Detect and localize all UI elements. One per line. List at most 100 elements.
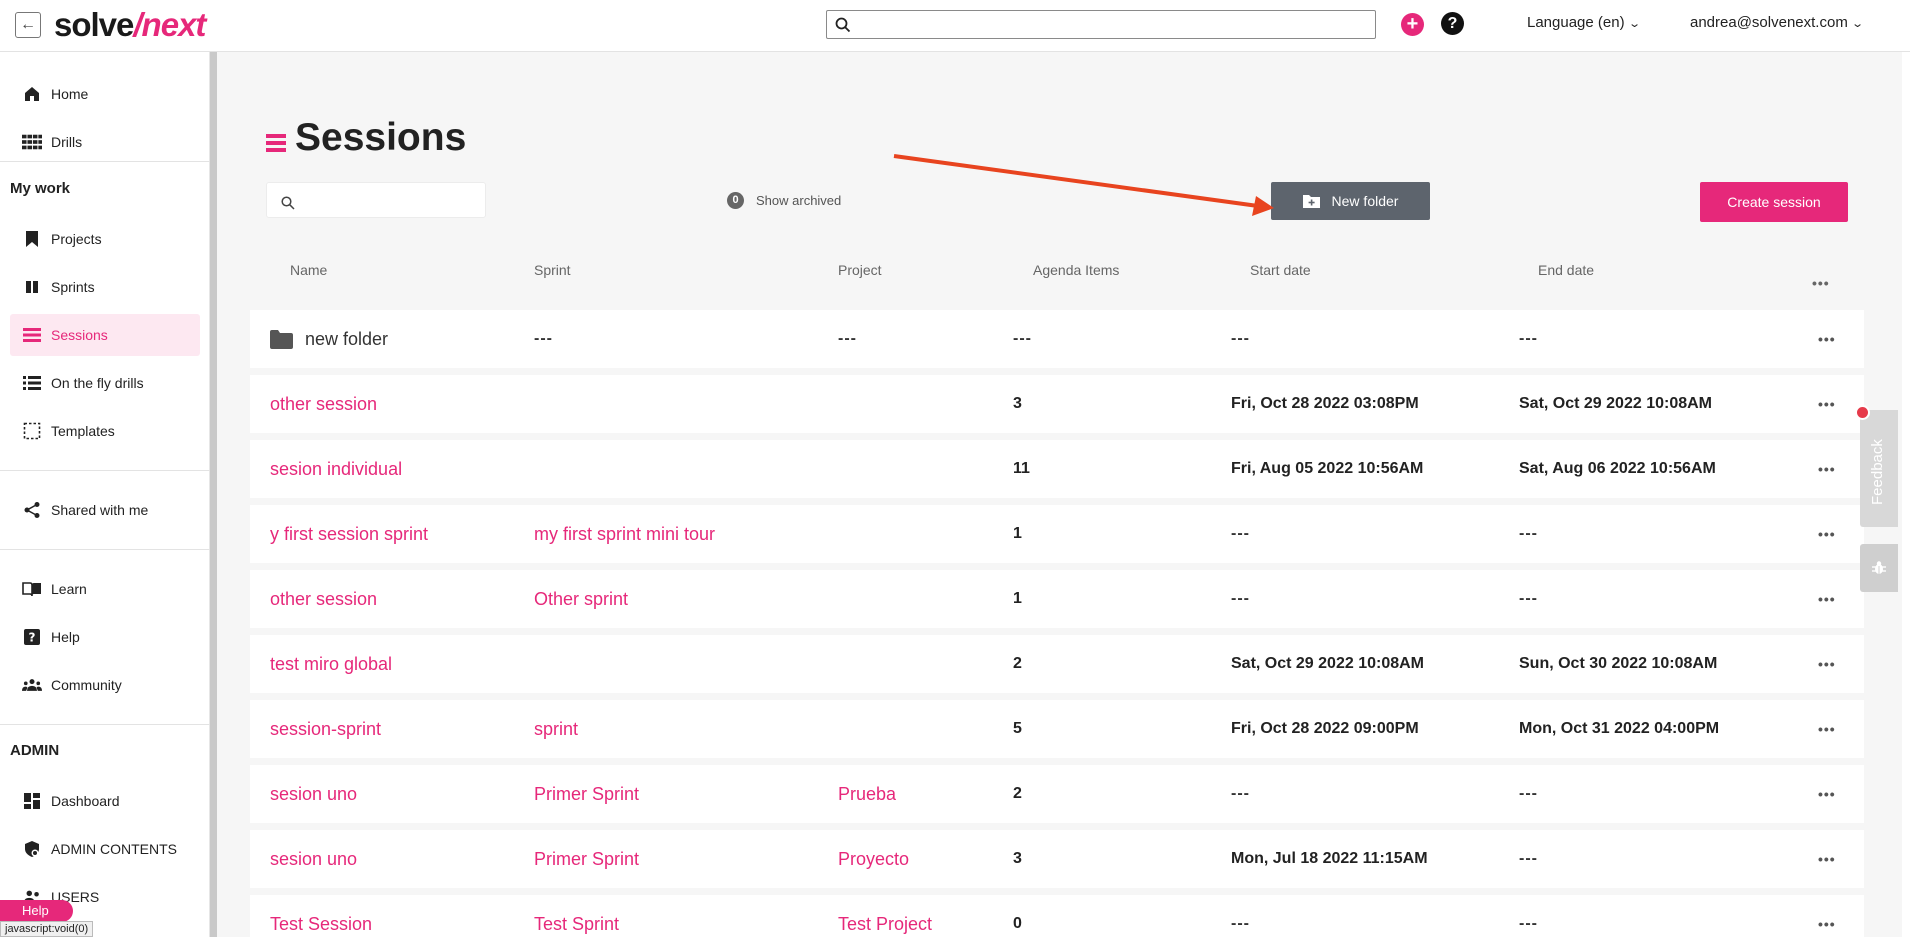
row-start: Mon, Jul 18 2022 11:15AM <box>1231 850 1428 867</box>
sidebar-item-sessions[interactable]: Sessions <box>10 314 200 356</box>
table-row[interactable]: other session 3 Fri, Oct 28 2022 03:08PM… <box>250 375 1864 433</box>
table-row[interactable]: session-sprint sprint 5 Fri, Oct 28 2022… <box>250 700 1864 758</box>
row-start: Fri, Aug 05 2022 10:56AM <box>1231 460 1424 477</box>
row-name[interactable]: Test Session <box>270 895 372 937</box>
table-row[interactable]: other session Other sprint 1 --- --- ••• <box>250 570 1864 628</box>
help-button[interactable]: ? <box>1441 12 1464 35</box>
row-sprint[interactable]: my first sprint mini tour <box>534 505 715 563</box>
columns-menu-button[interactable]: ••• <box>1812 275 1830 291</box>
sidebar-item-admin-contents[interactable]: ADMIN CONTENTS <box>10 828 200 870</box>
global-search-input[interactable] <box>826 10 1376 39</box>
sessions-search-input[interactable] <box>266 182 486 218</box>
show-archived-toggle[interactable]: 0 Show archived <box>727 192 841 209</box>
row-more-button[interactable]: ••• <box>1818 505 1836 563</box>
row-name[interactable]: test miro global <box>270 635 392 693</box>
feedback-tab[interactable]: Feedback <box>1860 410 1898 527</box>
language-dropdown[interactable]: Language (en) ⌄ <box>1527 14 1641 31</box>
row-name[interactable]: sesion individual <box>270 440 402 498</box>
people-icon <box>22 675 42 695</box>
section-admin: ADMIN <box>10 742 60 759</box>
grid-icon <box>22 132 42 152</box>
table-row[interactable]: y first session sprint my first sprint m… <box>250 505 1864 563</box>
sidebar-item-on-the-fly-drills[interactable]: On the fly drills <box>10 362 200 404</box>
sidebar-item-community[interactable]: Community <box>10 664 200 706</box>
row-start: Fri, Oct 28 2022 03:08PM <box>1231 395 1419 412</box>
row-end: --- <box>1519 915 1538 932</box>
plus-icon: + <box>1406 13 1419 35</box>
sidebar-item-learn[interactable]: Learn <box>10 568 200 610</box>
column-header-sprint[interactable]: Sprint <box>534 262 571 278</box>
row-end: Mon, Oct 31 2022 04:00PM <box>1519 720 1720 737</box>
top-bar: ← solve/next + ? Language (en) ⌄ andrea@s… <box>0 0 1910 52</box>
row-end: --- <box>1519 850 1538 867</box>
row-name[interactable]: other session <box>270 570 377 628</box>
row-more-button[interactable]: ••• <box>1818 310 1836 368</box>
row-end: Sat, Aug 06 2022 10:56AM <box>1519 460 1716 477</box>
row-start: --- <box>1231 590 1250 607</box>
sessions-icon <box>266 134 286 152</box>
row-sprint[interactable]: Primer Sprint <box>534 765 639 823</box>
table-row[interactable]: Test Session Test Sprint Test Project 0 … <box>250 895 1864 937</box>
row-name[interactable]: y first session sprint <box>270 505 428 563</box>
divider <box>0 470 210 471</box>
divider <box>0 161 210 162</box>
page-title: Sessions <box>295 116 467 159</box>
dashboard-icon <box>22 791 42 811</box>
row-name[interactable]: session-sprint <box>270 700 381 758</box>
table-row[interactable]: sesion individual 11 Fri, Aug 05 2022 10… <box>250 440 1864 498</box>
sidebar-item-shared[interactable]: Shared with me <box>10 489 200 531</box>
row-start: Fri, Oct 28 2022 09:00PM <box>1231 720 1419 737</box>
row-name[interactable]: sesion uno <box>270 765 357 823</box>
column-header-agenda-items[interactable]: Agenda Items <box>1033 262 1119 278</box>
sidebar-item-drills[interactable]: Drills <box>10 121 200 163</box>
column-header-end-date[interactable]: End date <box>1538 262 1594 278</box>
table-row[interactable]: test miro global 2 Sat, Oct 29 2022 10:0… <box>250 635 1864 693</box>
row-name[interactable]: sesion uno <box>270 830 357 888</box>
folder-plus-icon <box>1302 195 1320 208</box>
user-menu[interactable]: andrea@solvenext.com ⌄ <box>1690 14 1864 31</box>
sidebar-item-templates[interactable]: Templates <box>10 410 200 452</box>
page-scrollbar[interactable] <box>1902 52 1910 937</box>
column-header-name[interactable]: Name <box>290 262 327 278</box>
sidebar-item-home[interactable]: Home <box>10 73 200 115</box>
row-more-button[interactable]: ••• <box>1818 375 1836 433</box>
table-row[interactable]: sesion uno Primer Sprint Prueba 2 --- --… <box>250 765 1864 823</box>
table-row[interactable]: sesion uno Primer Sprint Proyecto 3 Mon,… <box>250 830 1864 888</box>
folder-row[interactable]: new folder --- --- --- --- --- ••• <box>250 310 1864 368</box>
row-sprint[interactable]: sprint <box>534 700 578 758</box>
sidebar-item-sprints[interactable]: Sprints <box>10 266 200 308</box>
annotation-arrow <box>893 154 1274 216</box>
row-name[interactable]: new folder <box>270 310 388 368</box>
help-pill-button[interactable]: Help <box>0 900 73 922</box>
row-sprint[interactable]: Primer Sprint <box>534 830 639 888</box>
row-more-button[interactable]: ••• <box>1818 635 1836 693</box>
row-more-button[interactable]: ••• <box>1818 700 1836 758</box>
row-name[interactable]: other session <box>270 375 377 433</box>
row-more-button[interactable]: ••• <box>1818 570 1836 628</box>
bug-report-button[interactable] <box>1860 544 1898 592</box>
sidebar-item-projects[interactable]: Projects <box>10 218 200 260</box>
add-button[interactable]: + <box>1401 13 1424 36</box>
sidebar-item-dashboard[interactable]: Dashboard <box>10 780 200 822</box>
row-project[interactable]: Prueba <box>838 765 896 823</box>
sidebar-scrollbar[interactable] <box>210 52 217 937</box>
column-header-project[interactable]: Project <box>838 262 882 278</box>
row-project[interactable]: Test Project <box>838 895 932 937</box>
row-start: --- <box>1231 330 1250 347</box>
new-folder-button[interactable]: New folder <box>1271 182 1430 220</box>
collapse-sidebar-button[interactable]: ← <box>15 12 41 38</box>
archived-count-badge: 0 <box>727 192 744 209</box>
row-more-button[interactable]: ••• <box>1818 830 1836 888</box>
row-sprint[interactable]: Other sprint <box>534 570 628 628</box>
search-icon <box>281 196 295 210</box>
row-more-button[interactable]: ••• <box>1818 895 1836 937</box>
row-sprint[interactable]: Test Sprint <box>534 895 619 937</box>
sessions-icon <box>22 325 42 345</box>
column-header-start-date[interactable]: Start date <box>1250 262 1311 278</box>
logo[interactable]: solve/next <box>54 6 206 44</box>
create-session-button[interactable]: Create session <box>1700 182 1848 222</box>
row-project[interactable]: Proyecto <box>838 830 909 888</box>
row-more-button[interactable]: ••• <box>1818 765 1836 823</box>
row-more-button[interactable]: ••• <box>1818 440 1836 498</box>
sidebar-item-help[interactable]: ? Help <box>10 616 200 658</box>
